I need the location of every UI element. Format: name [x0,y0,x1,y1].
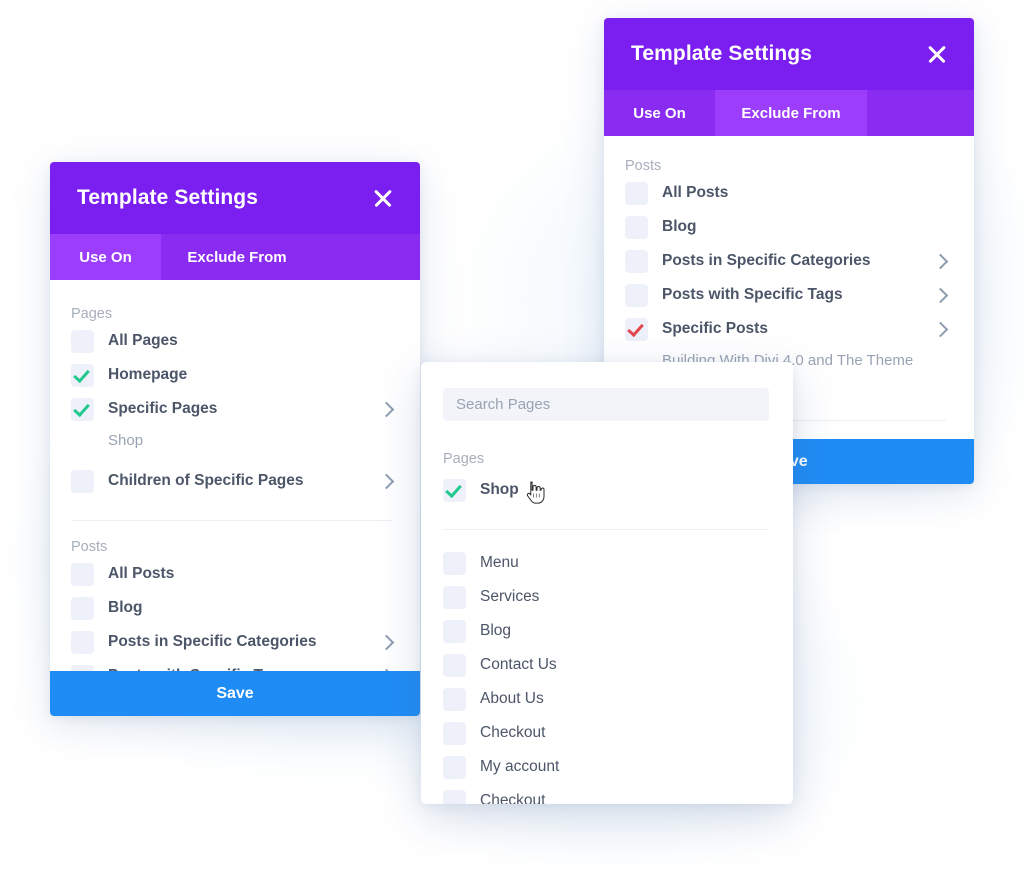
list-item-label: Blog [662,218,697,235]
list-item[interactable]: Services [443,580,769,614]
list-item[interactable]: About Us [443,682,769,716]
checkbox-all-pages[interactable] [71,329,94,353]
checkbox-all-posts[interactable] [71,562,94,586]
checkbox-children-of-specific-pages[interactable] [71,469,94,493]
list-item-label: Blog [480,622,512,639]
save-button[interactable]: Save [50,671,420,716]
list-item-label: Homepage [108,366,188,383]
list-item[interactable]: Checkout [443,784,769,804]
page-title: Template Settings [77,186,259,209]
list-item-label: Shop [480,481,519,498]
checkbox-checkout[interactable] [443,721,466,745]
tab-exclude-from[interactable]: Exclude From [715,90,867,136]
tab-use-on[interactable]: Use On [50,234,161,280]
list-item-label: Children of Specific Pages [108,472,304,489]
tab-bar: Use On Exclude From [50,234,420,280]
chevron-right-icon[interactable] [932,287,949,303]
divider [71,520,392,521]
checkbox-services[interactable] [443,585,466,609]
list-item[interactable]: Specific Pages [71,392,395,426]
section-label-pages: Pages [71,306,113,322]
list-item-label: Menu [480,554,519,571]
list-item-label: Blog [108,599,143,616]
list-item[interactable]: Shop [443,473,769,507]
picker-body: Pages Shop Menu Services Blog Contact Us [421,362,793,804]
list-item[interactable]: Posts in Specific Categories [71,625,395,659]
checkbox-posts-in-specific-categories[interactable] [71,630,94,654]
list-item[interactable]: Blog [71,591,392,625]
section-label-posts: Posts [71,539,108,555]
dialog-header: Template Settings [604,18,974,90]
checkbox-shop[interactable] [443,478,466,502]
list-item[interactable]: Blog [443,614,769,648]
tab-exclude-from[interactable]: Exclude From [161,234,313,280]
checkbox-about-us[interactable] [443,687,466,711]
checkbox-blog[interactable] [625,215,648,239]
list-item[interactable]: All Pages [71,324,392,358]
dialog-header: Template Settings [50,162,420,234]
list-item[interactable]: Menu [443,546,769,580]
list-item-label: Specific Pages [108,400,218,417]
list-item-label: Posts in Specific Categories [662,252,871,269]
list-item-sublabel: Shop [108,432,144,449]
list-item-label: All Posts [108,565,175,582]
list-item-label: About Us [480,690,544,707]
specific-pages-picker-popover: Pages Shop Menu Services Blog Contact Us [421,362,793,804]
checkbox-checkout-2[interactable] [443,789,466,804]
chevron-right-icon[interactable] [932,253,949,269]
list-item[interactable]: Children of Specific Pages [71,464,395,498]
list-item-label: Checkout [480,792,546,804]
close-icon[interactable] [372,187,394,209]
divider [443,529,769,530]
checkbox-specific-posts[interactable] [625,317,648,341]
list-item[interactable]: Contact Us [443,648,769,682]
chevron-right-icon[interactable] [378,401,395,417]
list-item-label: Posts with Specific Tags [662,286,843,303]
section-label-posts: Posts [625,158,662,174]
checkbox-my-account[interactable] [443,755,466,779]
list-item-label: Specific Posts [662,320,768,337]
chevron-right-icon[interactable] [378,473,395,489]
section-label-pages: Pages [443,451,485,467]
close-icon[interactable] [926,43,948,65]
screen-background: Template Settings Use On Exclude From Po… [0,0,1024,896]
list-item[interactable]: All Posts [625,176,946,210]
conditions-list[interactable]: Pages All Pages Homepage Specific Pages … [50,280,420,716]
checkbox-homepage[interactable] [71,363,94,387]
list-item[interactable]: Posts with Specific Tags [625,278,949,312]
list-item[interactable]: My account [443,750,769,784]
list-item[interactable]: Specific Posts [625,312,949,346]
list-item-label: My account [480,758,560,775]
list-item[interactable]: Blog [625,210,946,244]
list-item[interactable]: Posts in Specific Categories [625,244,949,278]
chevron-right-icon[interactable] [378,634,395,650]
list-item[interactable]: Homepage [71,358,392,392]
page-title: Template Settings [631,42,813,65]
checkbox-contact-us[interactable] [443,653,466,677]
list-item-label: Services [480,588,540,605]
chevron-right-icon[interactable] [932,321,949,337]
checkbox-menu[interactable] [443,551,466,575]
tab-use-on[interactable]: Use On [604,90,715,136]
checkbox-blog[interactable] [71,596,94,620]
checkbox-specific-pages[interactable] [71,397,94,421]
checkbox-blog[interactable] [443,619,466,643]
tab-bar: Use On Exclude From [604,90,974,136]
list-item-label: Posts in Specific Categories [108,633,317,650]
list-item[interactable]: All Posts [71,557,392,591]
list-item-label: Contact Us [480,656,557,673]
list-item-label: All Posts [662,184,729,201]
list-item-label: Checkout [480,724,546,741]
search-input[interactable] [443,388,769,421]
list-item-label: All Pages [108,332,178,349]
template-settings-dialog-use-on: Template Settings Use On Exclude From Pa… [50,162,420,716]
list-item[interactable]: Checkout [443,716,769,750]
checkbox-posts-with-specific-tags[interactable] [625,283,648,307]
checkbox-posts-in-specific-categories[interactable] [625,249,648,273]
checkbox-all-posts[interactable] [625,181,648,205]
